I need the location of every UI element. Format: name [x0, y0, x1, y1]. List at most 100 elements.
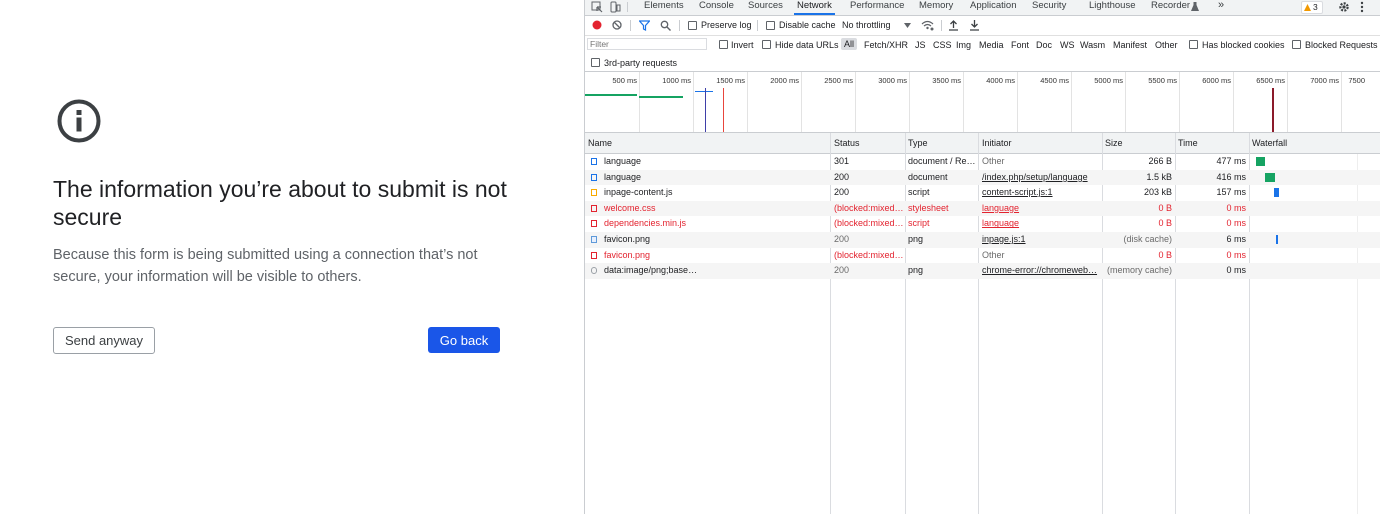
- network-conditions-icon[interactable]: [921, 19, 934, 31]
- request-row[interactable]: favicon.png 200 png inpage.js:1 (disk ca…: [585, 232, 1380, 248]
- filter-type-doc[interactable]: Doc: [1036, 40, 1052, 50]
- column-header-time[interactable]: Time: [1178, 138, 1198, 148]
- tab-application[interactable]: Application: [970, 0, 1016, 15]
- waterfall-bar: [1265, 172, 1275, 182]
- toolbar-divider: [630, 20, 631, 31]
- settings-gear-icon[interactable]: [1338, 1, 1350, 13]
- import-har-icon[interactable]: [948, 19, 959, 31]
- has-blocked-cookies-checkbox[interactable]: [1189, 40, 1198, 49]
- request-initiator-link[interactable]: /index.php/setup/language: [982, 170, 1098, 185]
- timeline-gridline: [801, 72, 802, 132]
- filter-type-css[interactable]: CSS: [933, 40, 952, 50]
- filter-type-img[interactable]: Img: [956, 40, 971, 50]
- column-header-waterfall[interactable]: Waterfall: [1252, 138, 1287, 148]
- preserve-log-checkbox[interactable]: [688, 21, 697, 30]
- filter-type-font[interactable]: Font: [1011, 40, 1029, 50]
- column-header-type[interactable]: Type: [908, 138, 928, 148]
- request-row[interactable]: welcome.css (blocked:mixed… stylesheet l…: [585, 200, 1380, 217]
- disable-cache-checkbox[interactable]: [766, 21, 775, 30]
- request-initiator-link[interactable]: language: [982, 201, 1098, 216]
- go-back-button[interactable]: Go back: [428, 327, 500, 353]
- tab-lighthouse[interactable]: Lighthouse: [1089, 0, 1135, 15]
- filter-type-wasm[interactable]: Wasm: [1080, 40, 1105, 50]
- request-initiator-link[interactable]: language: [982, 216, 1098, 231]
- throttling-select[interactable]: No throttling: [842, 20, 891, 30]
- record-icon[interactable]: [592, 20, 602, 30]
- request-time: 0 ms: [1226, 202, 1246, 213]
- request-name: language: [604, 171, 642, 182]
- filter-type-other[interactable]: Other: [1155, 40, 1178, 50]
- request-size: (disk cache): [1123, 234, 1172, 244]
- request-row[interactable]: dependencies.min.js (blocked:mixed… scri…: [585, 216, 1380, 232]
- document-file-icon: [591, 173, 597, 181]
- timeline-tick-label: 2000 ms: [770, 76, 799, 85]
- third-party-checkbox[interactable]: [591, 58, 600, 67]
- column-header-name[interactable]: Name: [588, 138, 612, 148]
- request-row[interactable]: language 301 document / Re… Other 266 B …: [585, 154, 1380, 170]
- tab-network[interactable]: Network: [794, 0, 835, 15]
- send-anyway-button[interactable]: Send anyway: [53, 327, 155, 354]
- request-status: 200: [834, 171, 850, 182]
- device-toolbar-icon[interactable]: [609, 1, 621, 13]
- request-size: 0 B: [1158, 249, 1172, 260]
- filter-type-js[interactable]: JS: [915, 40, 926, 50]
- request-type: script: [908, 187, 930, 198]
- dom-content-loaded-marker: [705, 88, 706, 132]
- filter-icon[interactable]: [639, 20, 650, 31]
- timeline-tick-label: 3500 ms: [932, 76, 961, 85]
- request-row[interactable]: data:image/png;base… 200 png chrome-erro…: [585, 263, 1380, 279]
- request-initiator-link[interactable]: inpage.js:1: [982, 232, 1098, 247]
- tab-console[interactable]: Console: [699, 0, 734, 15]
- request-row[interactable]: favicon.png (blocked:mixed… Other 0 B 0 …: [585, 248, 1380, 264]
- request-initiator-link[interactable]: chrome-error://chromeweb…: [982, 263, 1098, 278]
- timeline-tick-label: 3000 ms: [878, 76, 907, 85]
- timeline-gridline: [639, 72, 640, 132]
- toolbar-divider: [941, 20, 942, 31]
- invert-checkbox[interactable]: [719, 40, 728, 49]
- blocked-requests-label: Blocked Requests: [1305, 40, 1378, 50]
- tab-elements[interactable]: Elements: [644, 0, 684, 15]
- search-icon[interactable]: [660, 20, 671, 31]
- request-name: welcome.css: [604, 202, 656, 213]
- filter-type-manifest[interactable]: Manifest: [1113, 40, 1147, 50]
- timeline-overview[interactable]: 500 ms 1000 ms 1500 ms 2000 ms 2500 ms 3…: [585, 72, 1380, 133]
- column-header-size[interactable]: Size: [1105, 138, 1123, 148]
- tab-sources[interactable]: Sources: [748, 0, 783, 15]
- more-tabs-button[interactable]: »: [1218, 0, 1224, 14]
- request-row[interactable]: language 200 document /index.php/setup/l…: [585, 169, 1380, 186]
- tab-memory[interactable]: Memory: [919, 0, 953, 15]
- column-header-status[interactable]: Status: [834, 138, 860, 148]
- filter-type-all[interactable]: All: [841, 38, 858, 50]
- warnings-badge[interactable]: 3: [1301, 1, 1323, 14]
- request-time: 157 ms: [1216, 187, 1246, 198]
- hide-data-urls-checkbox[interactable]: [762, 40, 771, 49]
- tabbar-divider: [627, 2, 628, 12]
- filter-type-ws[interactable]: WS: [1060, 40, 1075, 50]
- clear-icon[interactable]: [612, 20, 622, 30]
- request-name: favicon.png: [604, 234, 651, 244]
- more-options-icon[interactable]: [1359, 1, 1365, 13]
- request-type: document: [908, 171, 948, 182]
- export-har-icon[interactable]: [969, 19, 980, 31]
- inspect-element-icon[interactable]: [591, 1, 603, 13]
- filter-bar: Invert Hide data URLs All Fetch/XHR JS C…: [585, 36, 1380, 54]
- request-initiator-link[interactable]: content-script.js:1: [982, 185, 1098, 200]
- warning-icon: [1304, 4, 1311, 11]
- request-status: (blocked:mixed…: [834, 249, 904, 260]
- tab-security[interactable]: Security: [1032, 0, 1066, 15]
- request-type: png: [908, 265, 924, 276]
- filter-type-fetch-xhr[interactable]: Fetch/XHR: [864, 40, 908, 50]
- request-type: script: [908, 218, 930, 229]
- filter-input[interactable]: [587, 38, 707, 50]
- request-time: 416 ms: [1216, 171, 1246, 182]
- waterfall-bar: [1256, 157, 1265, 166]
- request-name: language: [604, 156, 642, 166]
- tab-performance[interactable]: Performance: [850, 0, 904, 15]
- request-row[interactable]: inpage-content.js 200 script content-scr…: [585, 185, 1380, 201]
- column-header-initiator[interactable]: Initiator: [982, 138, 1012, 148]
- request-status: (blocked:mixed…: [834, 218, 904, 229]
- dropdown-arrow-icon[interactable]: [904, 23, 911, 28]
- tab-recorder[interactable]: Recorder: [1151, 0, 1190, 15]
- filter-type-media[interactable]: Media: [979, 40, 1004, 50]
- blocked-requests-checkbox[interactable]: [1292, 40, 1301, 49]
